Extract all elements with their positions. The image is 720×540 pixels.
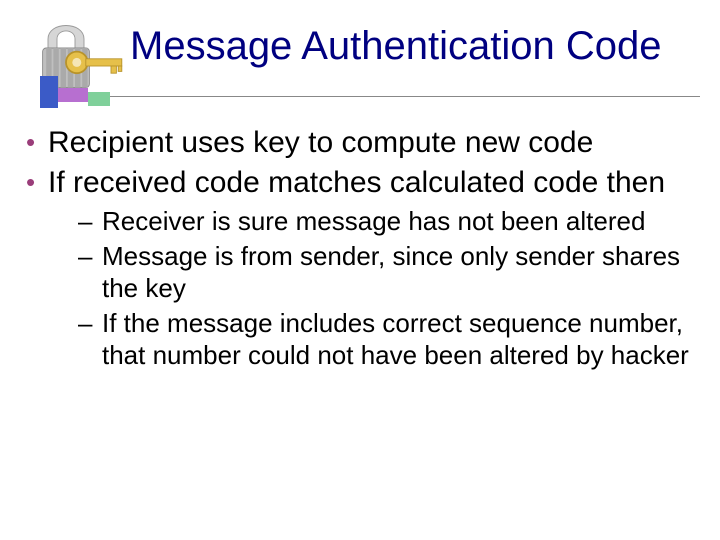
title-underline <box>60 96 700 97</box>
sub-bullet-item: Message is from sender, since only sende… <box>48 240 700 305</box>
sub-bullet-item: If the message includes correct sequence… <box>48 307 700 372</box>
decorative-blocks <box>0 70 120 110</box>
content-area: Recipient uses key to compute new code I… <box>20 124 700 374</box>
bullet-item: If received code matches calculated code… <box>20 164 700 372</box>
slide-title: Message Authentication Code <box>130 24 661 69</box>
sub-bullet-item: Receiver is sure message has not been al… <box>48 205 700 238</box>
bullet-text: If received code matches calculated code… <box>48 166 665 199</box>
bullet-item: Recipient uses key to compute new code <box>20 124 700 162</box>
